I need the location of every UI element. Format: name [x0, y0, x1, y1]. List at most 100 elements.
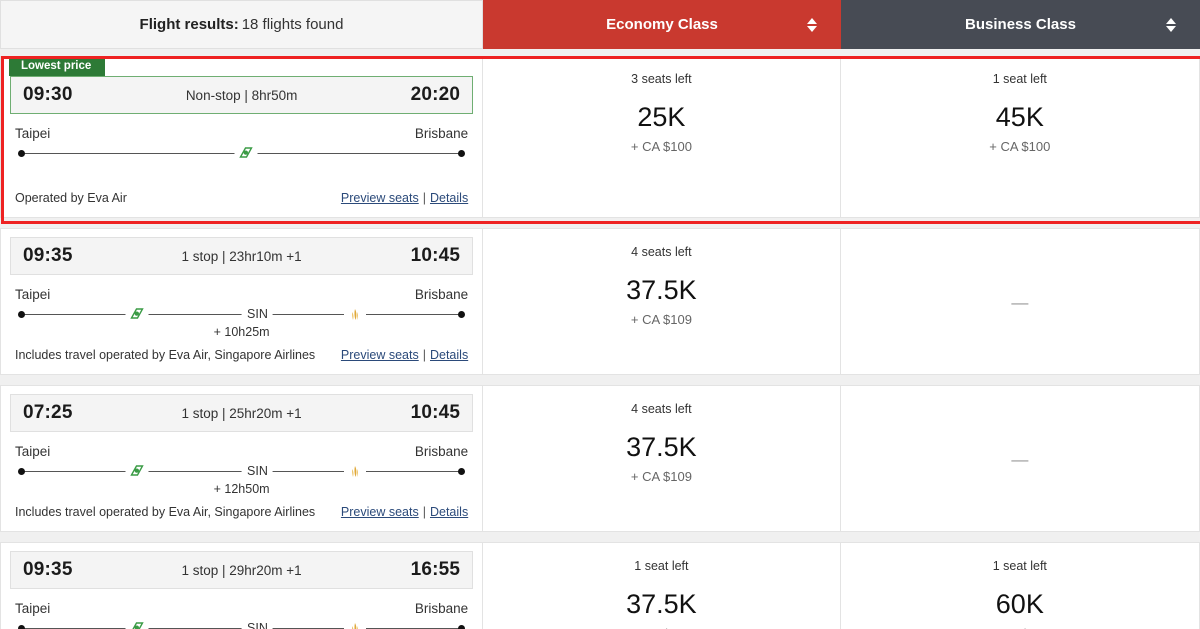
badge-row: Lowest price	[1, 56, 482, 76]
route-endpoints: Taipei Brisbane	[15, 601, 468, 616]
flight-row-wrapper-1: Lowest price 09:30 Non-stop | 8hr50m 20:…	[0, 56, 1200, 224]
flight-row-wrapper-3: 07:25 1 stop | 25hr20m +1 10:45 Taipei B…	[0, 385, 1200, 532]
route-diagram: Taipei Brisbane SIN	[1, 432, 482, 496]
destination-dot	[458, 150, 466, 157]
flight-time-bar: 09:35 1 stop | 23hr10m +1 10:45	[10, 237, 474, 275]
origin-city: Taipei	[15, 126, 51, 141]
business-price-cell: —	[840, 386, 1200, 531]
origin-city: Taipei	[15, 444, 51, 459]
destination-city: Brisbane	[414, 126, 469, 141]
layover-duration: + 12h50m	[213, 482, 270, 496]
destination-city: Brisbane	[414, 444, 469, 459]
eva-air-logo-icon	[125, 308, 149, 321]
destination-dot	[458, 311, 466, 318]
arrival-time: 16:55	[410, 559, 461, 580]
row-gap	[0, 218, 1200, 228]
departure-time: 09:35	[23, 559, 73, 580]
route-diagram: Taipei Brisbane	[1, 114, 482, 180]
route-line	[15, 145, 468, 163]
arrival-time: 20:20	[410, 84, 461, 105]
sort-up-icon	[1166, 17, 1176, 24]
tab-economy-class[interactable]: Economy Class	[483, 0, 841, 49]
preview-seats-link[interactable]: Preview seats	[341, 505, 419, 519]
departure-time: 07:25	[23, 402, 73, 423]
economy-seats-left: 3 seats left	[631, 72, 692, 86]
economy-price-cell[interactable]: 1 seat left 37.5K + CA $109	[483, 543, 841, 629]
link-separator: |	[422, 505, 426, 519]
tab-business-class[interactable]: Business Class	[841, 0, 1200, 49]
operator-row: Includes travel operated by Eva Air, Sin…	[1, 339, 482, 374]
business-miles-price: 45K	[995, 102, 1044, 132]
row-gap	[0, 375, 1200, 385]
arrival-time: 10:45	[410, 402, 461, 423]
flight-results-label: Flight results:	[139, 16, 239, 33]
departure-time: 09:30	[23, 84, 73, 105]
details-link[interactable]: Details	[430, 348, 468, 362]
preview-seats-link[interactable]: Preview seats	[341, 348, 419, 362]
sort-arrows-icon[interactable]	[807, 17, 817, 32]
stops-and-duration: 1 stop | 29hr20m +1	[181, 562, 302, 578]
stops-and-duration: 1 stop | 23hr10m +1	[181, 248, 302, 264]
preview-seats-link[interactable]: Preview seats	[341, 191, 419, 205]
economy-miles-price: 37.5K	[626, 275, 697, 305]
stop-code: SIN	[242, 306, 273, 323]
origin-dot	[18, 150, 25, 157]
business-price-cell: —	[840, 229, 1200, 374]
layover-spacer	[15, 163, 468, 180]
operator-row: Operated by Eva Air Preview seats | Detail…	[1, 180, 482, 217]
stops-and-duration: 1 stop | 25hr20m +1	[181, 405, 302, 421]
eva-air-logo-icon	[234, 147, 258, 160]
singapore-airlines-logo-icon	[343, 308, 366, 322]
route-diagram: Taipei Brisbane SIN	[1, 275, 482, 339]
business-unavailable-dash: —	[1011, 450, 1029, 469]
economy-price-cell[interactable]: 3 seats left 25K + CA $100	[483, 56, 841, 217]
flight-row-wrapper-4: 09:35 1 stop | 29hr20m +1 16:55 Taipei B…	[0, 542, 1200, 629]
sort-arrows-icon[interactable]	[1166, 17, 1176, 32]
route-line: SIN	[15, 306, 468, 324]
flight-results-summary: Flight results: 18 flights found	[0, 0, 483, 49]
sort-down-icon	[1166, 25, 1176, 32]
business-price-cell[interactable]: 1 seat left 45K + CA $100	[840, 56, 1200, 217]
flight-results-count: 18 flights found	[241, 16, 344, 33]
row-gap	[0, 532, 1200, 542]
origin-dot	[18, 311, 25, 318]
route-endpoints: Taipei Brisbane	[15, 287, 468, 302]
table-row[interactable]: Lowest price 09:30 Non-stop | 8hr50m 20:…	[0, 56, 1200, 218]
business-unavailable-dash: —	[1011, 293, 1029, 312]
row-links: Preview seats | Details	[341, 348, 468, 362]
sort-down-icon	[807, 25, 817, 32]
arrival-time: 10:45	[410, 245, 461, 266]
operated-by-text: Operated by Eva Air	[15, 191, 127, 205]
table-row[interactable]: 09:35 1 stop | 29hr20m +1 16:55 Taipei B…	[0, 542, 1200, 629]
flight-time-bar: 07:25 1 stop | 25hr20m +1 10:45	[10, 394, 474, 432]
stop-code: SIN	[242, 620, 273, 629]
table-row[interactable]: 09:35 1 stop | 23hr10m +1 10:45 Taipei B…	[0, 228, 1200, 375]
economy-seats-left: 4 seats left	[631, 402, 692, 416]
economy-cash-price: + CA $109	[630, 312, 692, 327]
table-row[interactable]: 07:25 1 stop | 25hr20m +1 10:45 Taipei B…	[0, 385, 1200, 532]
flight-detail-cell: 09:35 1 stop | 23hr10m +1 10:45 Taipei B…	[1, 229, 484, 374]
tab-business-class-label: Business Class	[965, 16, 1076, 33]
results-header: Flight results: 18 flights found Economy…	[0, 0, 1200, 49]
row-gap	[0, 49, 1200, 56]
details-link[interactable]: Details	[430, 191, 468, 205]
economy-cash-price: + CA $109	[630, 469, 692, 484]
flight-results-list: Lowest price 09:30 Non-stop | 8hr50m 20:…	[0, 49, 1200, 629]
stop-code: SIN	[242, 463, 273, 480]
route-line: SIN	[15, 463, 468, 481]
origin-city: Taipei	[15, 601, 51, 616]
route-endpoints: Taipei Brisbane	[15, 126, 468, 141]
business-price-cell[interactable]: 1 seat left 60K + CA $109 Mixed cabin	[840, 543, 1200, 629]
flight-detail-cell: 07:25 1 stop | 25hr20m +1 10:45 Taipei B…	[1, 386, 484, 531]
economy-seats-left: 1 seat left	[634, 559, 689, 573]
economy-price-cell[interactable]: 4 seats left 37.5K + CA $109	[483, 229, 841, 374]
stops-and-duration: Non-stop | 8hr50m	[185, 87, 298, 103]
business-seats-left: 1 seat left	[992, 72, 1047, 86]
flight-detail-cell: 09:35 1 stop | 29hr20m +1 16:55 Taipei B…	[1, 543, 484, 629]
economy-miles-price: 37.5K	[626, 589, 697, 619]
economy-price-cell[interactable]: 4 seats left 37.5K + CA $109	[483, 386, 841, 531]
link-separator: |	[422, 191, 426, 205]
details-link[interactable]: Details	[430, 505, 468, 519]
departure-time: 09:35	[23, 245, 73, 266]
route-endpoints: Taipei Brisbane	[15, 444, 468, 459]
